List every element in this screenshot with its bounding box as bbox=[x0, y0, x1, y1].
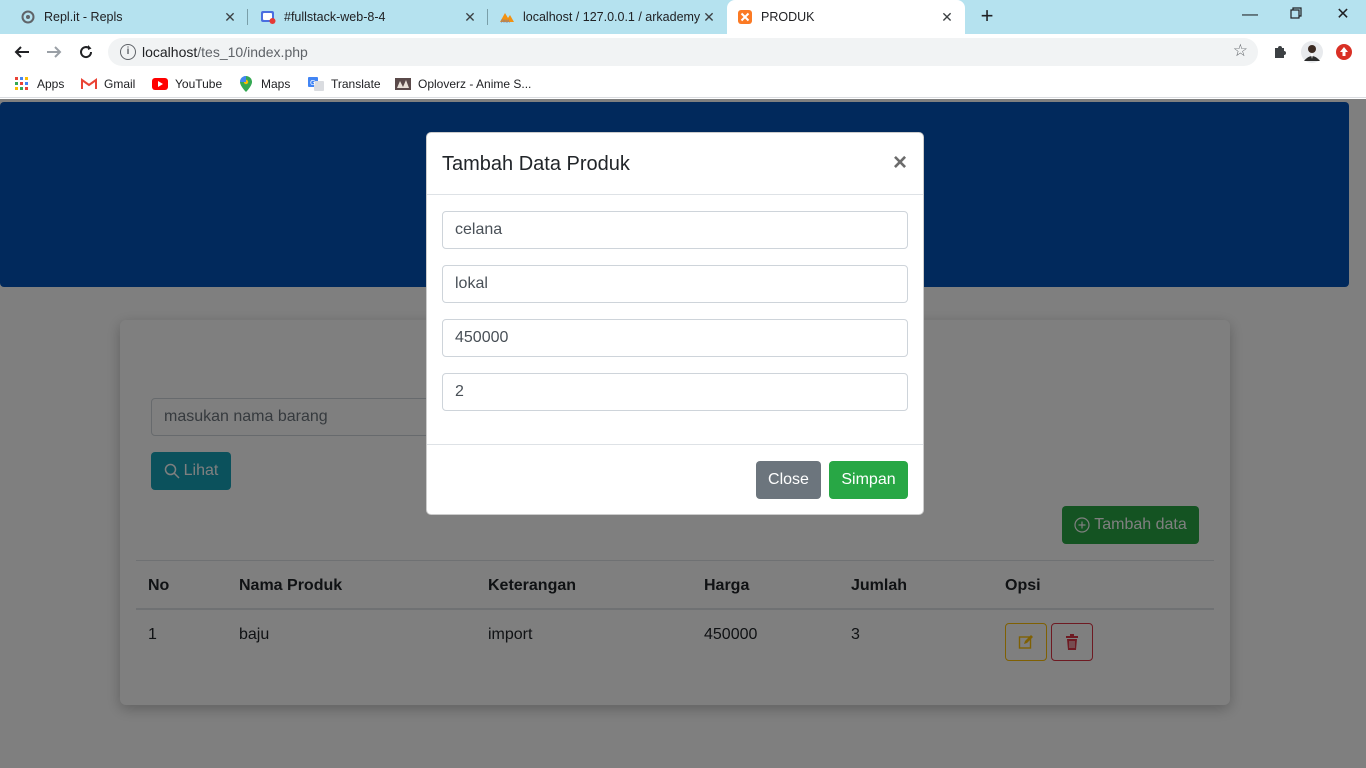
jumlah-field[interactable]: 2 bbox=[442, 373, 908, 411]
address-bar[interactable]: i localhost/tes_10/index.php ☆ bbox=[108, 38, 1258, 66]
tab-separator bbox=[487, 9, 488, 25]
modal-title: Tambah Data Produk bbox=[442, 153, 630, 175]
tab-close-icon[interactable]: ✕ bbox=[939, 9, 955, 26]
gmail-icon bbox=[81, 76, 97, 92]
modal-header: Tambah Data Produk × bbox=[427, 133, 923, 195]
phpmyadmin-icon: PMA bbox=[499, 9, 515, 25]
forward-icon[interactable] bbox=[42, 40, 66, 64]
restore-icon[interactable] bbox=[1273, 4, 1319, 26]
url-text: localhost/tes_10/index.php bbox=[142, 44, 308, 60]
bookmark-label: Apps bbox=[37, 77, 65, 91]
tab-title: localhost / 127.0.0.1 / arkademy bbox=[523, 10, 701, 24]
bookmark-label: Gmail bbox=[104, 77, 136, 91]
browser-tab-bar: Repl.it - Repls ✕ #fullstack-web-8-4 ✕ P… bbox=[0, 0, 1366, 34]
bookmark-youtube[interactable]: YouTube bbox=[152, 76, 222, 92]
tab-title: PRODUK bbox=[761, 10, 815, 24]
reload-icon[interactable] bbox=[74, 40, 98, 64]
bookmark-star-icon[interactable]: ☆ bbox=[1233, 41, 1248, 61]
tab-close-icon[interactable]: ✕ bbox=[462, 9, 478, 26]
xampp-icon bbox=[737, 9, 753, 25]
translate-icon: G bbox=[308, 76, 324, 92]
keterangan-field[interactable]: lokal bbox=[442, 265, 908, 303]
bookmark-oploverz[interactable]: Oploverz - Anime S... bbox=[395, 76, 531, 92]
tab-title: Repl.it - Repls bbox=[44, 10, 123, 24]
bookmark-gmail[interactable]: Gmail bbox=[81, 76, 135, 92]
tab-produk[interactable]: PRODUK ✕ bbox=[727, 0, 965, 34]
minimize-icon[interactable]: — bbox=[1227, 4, 1273, 26]
bookmark-label: Translate bbox=[331, 77, 381, 91]
site-info-icon[interactable]: i bbox=[120, 44, 136, 60]
new-tab-icon[interactable]: + bbox=[976, 5, 998, 27]
tab-close-icon[interactable]: ✕ bbox=[701, 9, 717, 26]
chat-icon bbox=[260, 9, 276, 25]
url-host: localhost bbox=[142, 44, 198, 60]
maps-pin-icon bbox=[238, 76, 254, 92]
extensions-puzzle-icon[interactable] bbox=[1269, 41, 1291, 63]
harga-field[interactable]: 450000 bbox=[442, 319, 908, 357]
bookmarks-bar: Apps Gmail YouTube Maps G Translate Oplo… bbox=[0, 70, 1366, 98]
back-icon[interactable] bbox=[10, 40, 34, 64]
tab-replit[interactable]: Repl.it - Repls ✕ bbox=[12, 0, 246, 34]
close-icon[interactable]: × bbox=[893, 151, 907, 175]
window-close-icon[interactable]: ✕ bbox=[1320, 4, 1366, 26]
oploverz-icon bbox=[395, 76, 411, 92]
close-button[interactable]: Close bbox=[756, 461, 821, 499]
profile-avatar[interactable] bbox=[1301, 41, 1323, 63]
update-alert-icon[interactable] bbox=[1333, 41, 1355, 63]
tambah-data-modal: Tambah Data Produk × celana lokal 450000… bbox=[426, 132, 924, 515]
tab-fullstack[interactable]: #fullstack-web-8-4 ✕ bbox=[252, 0, 486, 34]
bookmark-label: YouTube bbox=[175, 77, 223, 91]
tab-title: #fullstack-web-8-4 bbox=[284, 10, 386, 24]
bookmark-translate[interactable]: G Translate bbox=[308, 76, 381, 92]
svg-text:PMA: PMA bbox=[501, 19, 510, 24]
nama-produk-field[interactable]: celana bbox=[442, 211, 908, 249]
tab-close-icon[interactable]: ✕ bbox=[222, 9, 238, 26]
apps-grid-icon bbox=[14, 76, 30, 92]
bookmark-maps[interactable]: Maps bbox=[238, 76, 290, 92]
tab-phpmyadmin[interactable]: PMA localhost / 127.0.0.1 / arkademy ✕ bbox=[491, 0, 725, 34]
tab-separator bbox=[247, 9, 248, 25]
youtube-icon bbox=[152, 76, 168, 92]
simpan-button[interactable]: Simpan bbox=[829, 461, 908, 499]
bookmark-label: Maps bbox=[261, 77, 291, 91]
browser-toolbar: i localhost/tes_10/index.php ☆ bbox=[0, 34, 1366, 70]
replit-icon bbox=[20, 9, 36, 25]
url-path: /tes_10/index.php bbox=[197, 44, 308, 60]
bookmark-apps[interactable]: Apps bbox=[14, 76, 64, 92]
svg-text:G: G bbox=[310, 79, 315, 87]
bookmark-label: Oploverz - Anime S... bbox=[418, 77, 532, 91]
modal-footer: Close Simpan bbox=[427, 444, 923, 514]
